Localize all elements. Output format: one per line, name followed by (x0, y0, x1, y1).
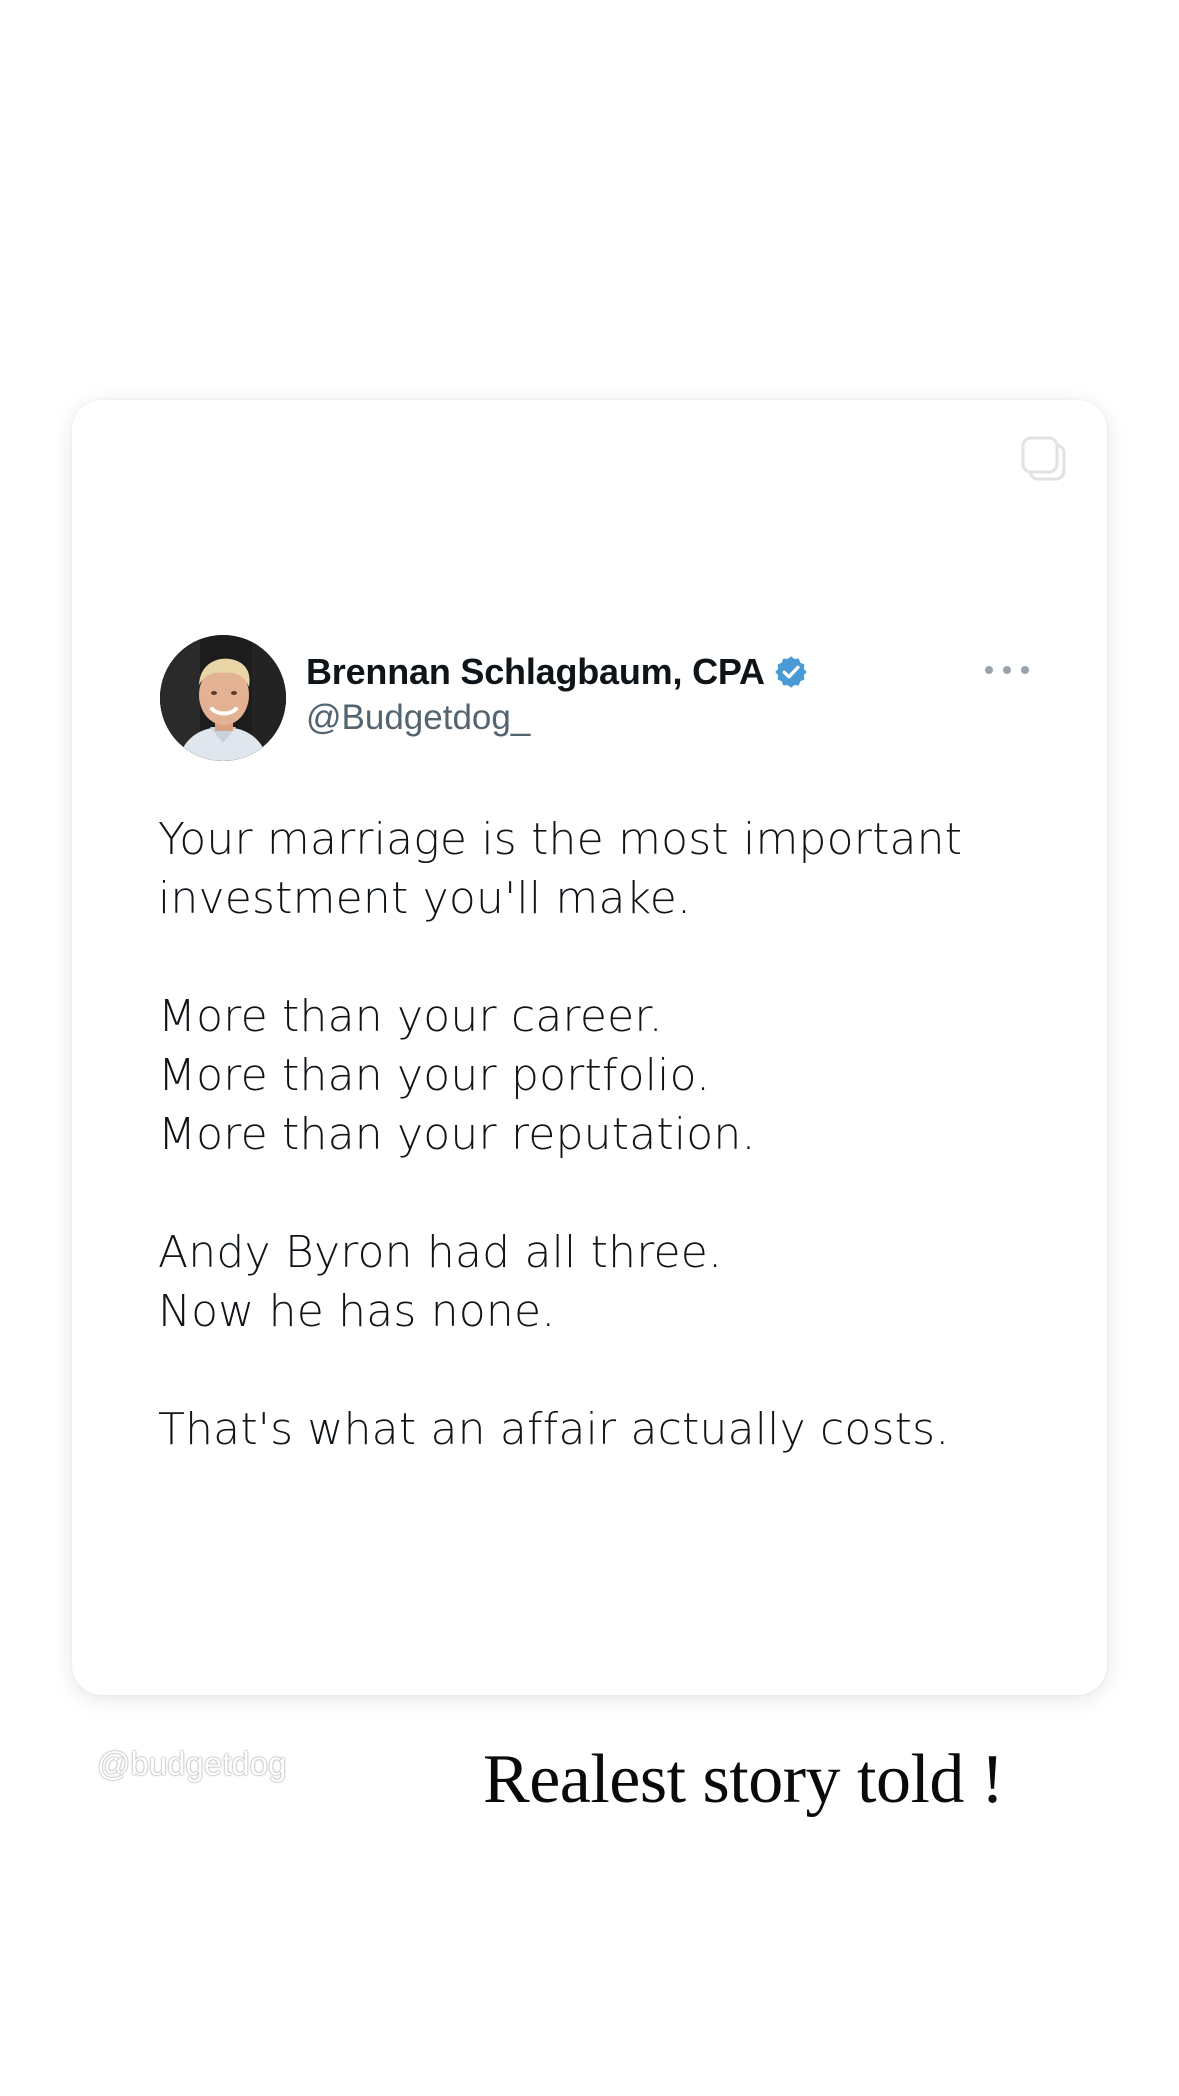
more-dot (1003, 666, 1011, 674)
tweet-text: Your marriage is the most important inve… (158, 810, 1058, 1459)
tweet-line: Your marriage is the most important (158, 814, 963, 865)
tweet-line: That's what an affair actually costs. (158, 1404, 950, 1455)
tweet-line: More than your career. (158, 991, 663, 1042)
tweet-line: More than your portfolio. (158, 1050, 711, 1101)
author-row: Brennan Schlagbaum, CPA (306, 648, 809, 696)
tweet-line: Andy Byron had all three. (158, 1227, 723, 1278)
tweet-card: Brennan Schlagbaum, CPA @Budgetdog_ Your… (72, 400, 1107, 1695)
tweet-line: Now he has none. (158, 1286, 556, 1337)
more-options-icon[interactable] (985, 655, 1029, 685)
verified-badge-icon (773, 654, 809, 690)
more-dot (1021, 666, 1029, 674)
tweet-line: More than your reputation. (158, 1109, 756, 1160)
author-name[interactable]: Brennan Schlagbaum, CPA (306, 651, 765, 693)
story-caption: Realest story told ! (483, 1741, 1004, 1818)
avatar[interactable] (160, 635, 286, 761)
more-dot (985, 666, 993, 674)
watermark: @budgetdog (97, 1745, 287, 1782)
tweet-line: investment you'll make. (158, 873, 692, 924)
author-handle[interactable]: @Budgetdog_ (306, 698, 530, 738)
copy-icon[interactable] (1020, 435, 1072, 487)
